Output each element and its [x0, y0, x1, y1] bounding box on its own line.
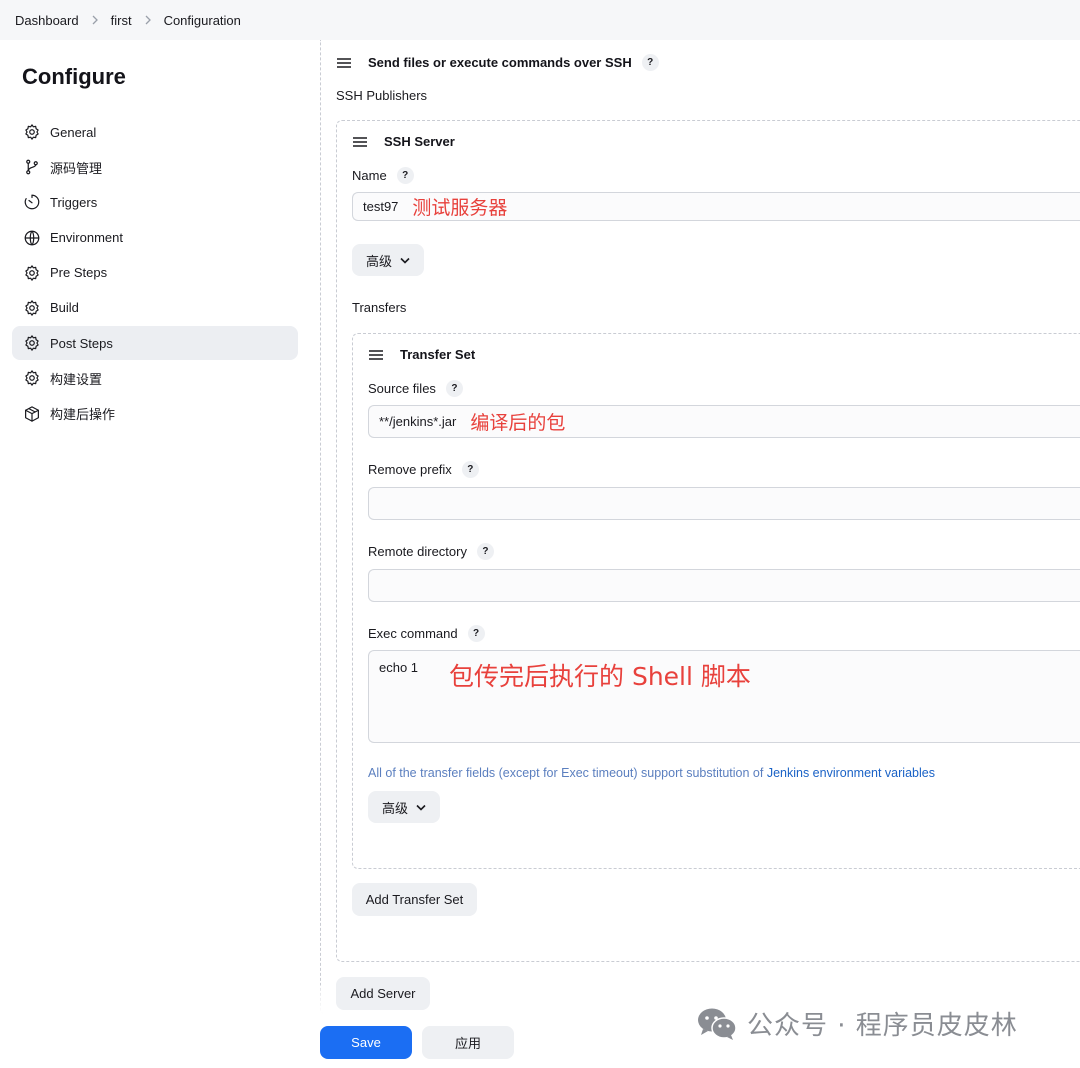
drag-handle-icon[interactable]	[353, 136, 367, 148]
watermark: 公众号 · 程序员皮皮林	[697, 1005, 1018, 1042]
transfer-hint: All of the transfer fields (except for E…	[368, 766, 935, 780]
branch-icon	[22, 157, 42, 177]
sidebar-item-label: Triggers	[50, 194, 98, 210]
remove-prefix-field[interactable]	[368, 487, 1080, 520]
source-files-label: Source files ?	[368, 380, 463, 397]
gear-icon	[22, 263, 42, 283]
breadcrumb: Dashboard first Configuration	[0, 0, 1080, 40]
sidebar-item-label: 构建后操作	[50, 407, 116, 422]
sidebar-item-label: Environment	[50, 230, 123, 246]
exec-command-value: echo 1	[379, 660, 419, 675]
chevron-right-icon	[91, 15, 99, 25]
advanced-label: 高级	[365, 253, 392, 269]
sidebar-item-pre-steps[interactable]: Pre Steps	[12, 256, 298, 290]
source-files-value: **/jenkins*.jar	[379, 414, 457, 429]
apply-button[interactable]: 应用	[422, 1026, 514, 1059]
breadcrumb-dashboard[interactable]: Dashboard	[15, 13, 79, 28]
globe-icon	[22, 228, 42, 248]
gear-icon	[22, 122, 42, 142]
chevron-down-icon	[416, 804, 426, 811]
help-icon[interactable]: ?	[476, 543, 494, 560]
ssh-server-title: SSH Server	[384, 134, 455, 149]
name-field[interactable]: test97 测试服务器	[352, 192, 1080, 221]
breadcrumb-configuration[interactable]: Configuration	[164, 13, 241, 28]
sidebar-item-label: General	[50, 124, 97, 140]
section-header: Send files or execute commands over SSH …	[337, 54, 659, 71]
transfer-set-title: Transfer Set	[400, 347, 476, 362]
sidebar-item-post-build[interactable]: 构建后操作	[12, 397, 298, 431]
package-icon	[22, 404, 42, 424]
page-title: Configure	[22, 64, 126, 89]
add-server-button[interactable]: Add Server	[336, 977, 430, 1010]
sidebar-item-label: 源码管理	[50, 160, 103, 176]
section-title: Send files or execute commands over SSH	[368, 55, 632, 70]
source-files-field[interactable]: **/jenkins*.jar 编译后的包	[368, 405, 1080, 438]
sidebar-item-label: 构建设置	[50, 371, 103, 387]
watermark-text: 公众号 · 程序员皮皮林	[747, 1011, 1018, 1041]
exec-command-annotation: 包传完后执行的 Shell 脚本	[449, 662, 751, 691]
add-transfer-set-button[interactable]: Add Transfer Set	[352, 883, 477, 916]
clock-icon	[22, 192, 42, 212]
remove-prefix-label: Remove prefix ?	[368, 461, 479, 478]
drag-handle-icon[interactable]	[369, 349, 383, 361]
sidebar-item-build-settings[interactable]: 构建设置	[12, 361, 298, 395]
name-value: test97	[363, 199, 399, 214]
sidebar: Configure General 源码管理 Triggers Environm…	[0, 40, 310, 1068]
ssh-publishers-label: SSH Publishers	[336, 88, 428, 103]
source-files-annotation: 编译后的包	[470, 412, 566, 434]
remote-directory-label-text: Remote directory	[368, 544, 467, 559]
exec-command-label-text: Exec command	[368, 626, 458, 641]
wechat-icon	[698, 1008, 737, 1040]
source-files-label-text: Source files	[368, 381, 436, 396]
main-content: Send files or execute commands over SSH …	[320, 40, 1080, 1068]
sidebar-item-triggers[interactable]: Triggers	[12, 185, 298, 219]
exec-command-label: Exec command ?	[368, 625, 485, 642]
sidebar-item-environment[interactable]: Environment	[12, 221, 298, 255]
sidebar-item-build[interactable]: Build	[12, 291, 298, 325]
ssh-server-header: SSH Server	[353, 134, 455, 149]
help-icon[interactable]: ?	[461, 461, 479, 478]
help-icon[interactable]: ?	[467, 625, 485, 642]
advanced-label: 高级	[381, 800, 408, 816]
jenkins-env-vars-link[interactable]: Jenkins environment variables	[767, 766, 935, 780]
name-label: Name ?	[352, 167, 414, 184]
remove-prefix-label-text: Remove prefix	[368, 462, 452, 477]
transfers-label: Transfers	[352, 300, 407, 315]
sidebar-item-label: Build	[50, 300, 79, 316]
sidebar-nav: General 源码管理 Triggers Environment Pre St…	[12, 115, 298, 432]
chevron-right-icon	[144, 15, 152, 25]
sidebar-item-general[interactable]: General	[12, 115, 298, 149]
drag-handle-icon[interactable]	[337, 57, 351, 69]
gear-icon	[22, 368, 42, 388]
gear-icon	[22, 333, 42, 353]
help-icon[interactable]: ?	[445, 380, 463, 397]
remote-directory-label: Remote directory ?	[368, 543, 494, 560]
sidebar-item-label: Pre Steps	[50, 265, 108, 281]
sidebar-item-scm[interactable]: 源码管理	[12, 150, 298, 184]
transfer-set-header: Transfer Set	[369, 347, 475, 362]
sidebar-item-label: Post Steps	[50, 335, 113, 351]
name-label-text: Name	[352, 168, 387, 183]
sidebar-item-post-steps[interactable]: Post Steps	[12, 326, 298, 361]
help-icon[interactable]: ?	[396, 167, 414, 184]
server-advanced-button[interactable]: 高级	[352, 244, 424, 276]
chevron-down-icon	[400, 257, 410, 264]
exec-command-field[interactable]: echo 1 包传完后执行的 Shell 脚本	[368, 650, 1080, 743]
breadcrumb-first[interactable]: first	[111, 13, 132, 28]
transfer-hint-text: All of the transfer fields (except for E…	[368, 766, 767, 780]
transfer-advanced-button[interactable]: 高级	[368, 791, 440, 823]
gear-icon	[22, 298, 42, 318]
save-button[interactable]: Save	[320, 1026, 412, 1059]
help-icon[interactable]: ?	[641, 54, 659, 71]
remote-directory-field[interactable]	[368, 569, 1080, 602]
name-annotation: 测试服务器	[412, 197, 508, 219]
